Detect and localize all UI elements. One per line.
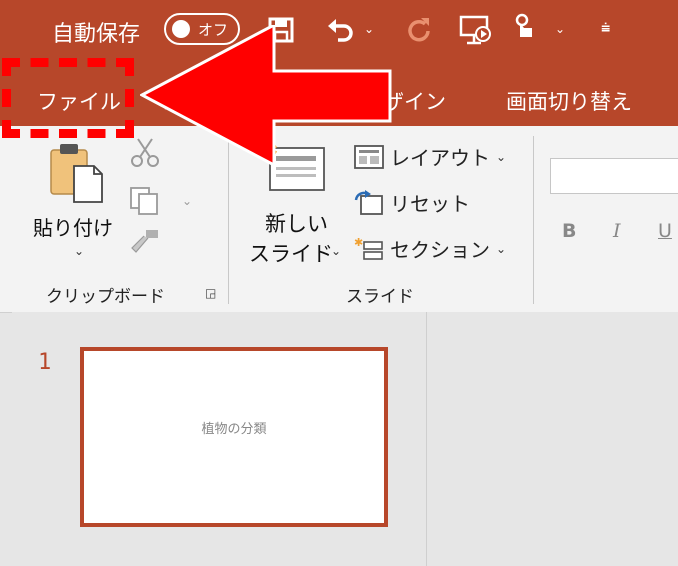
callout-arrow-icon	[140, 25, 392, 168]
bold-button[interactable]: B	[562, 220, 576, 242]
slide-editing-area	[427, 312, 678, 566]
section-icon: ✱	[354, 236, 383, 260]
slide-thumbnail-title: 植物の分類	[201, 422, 267, 437]
new-slide-label-line2[interactable]: スライド	[249, 238, 333, 268]
autosave-label: 自動保存	[52, 22, 141, 47]
paste-dropdown-icon[interactable]: ⌄	[74, 244, 84, 258]
slide-number: 1	[38, 350, 52, 375]
paste-icon[interactable]	[48, 140, 106, 204]
reset-icon	[354, 189, 383, 215]
new-slide-dropdown-icon[interactable]: ⌄	[331, 244, 341, 258]
paste-button-label[interactable]: 貼り付け	[33, 212, 113, 241]
layout-dropdown-icon: ⌄	[496, 149, 507, 164]
reset-button[interactable]: リセット	[354, 188, 470, 217]
underline-button[interactable]: U	[658, 220, 672, 242]
present-from-start-icon[interactable]	[459, 14, 493, 46]
svg-text:✱: ✱	[354, 236, 363, 249]
clipboard-group-label: クリップボード	[46, 287, 165, 307]
font-name-box[interactable]	[550, 158, 678, 194]
tab-transitions[interactable]: 画面切り替え	[506, 86, 632, 116]
file-tab-highlight-box	[2, 58, 134, 138]
italic-button[interactable]: I	[613, 220, 621, 242]
redo-icon[interactable]	[405, 16, 433, 44]
layout-label: レイアウト	[390, 146, 490, 170]
section-label: セクション	[390, 238, 490, 262]
group-separator	[533, 136, 534, 304]
touch-mode-dropdown-icon[interactable]: ⌄	[555, 22, 565, 36]
slide-thumbnail[interactable]: 植物の分類	[80, 347, 388, 527]
copy-icon[interactable]	[128, 186, 162, 216]
slides-group-label: スライド	[346, 287, 414, 307]
dialog-launcher-icon[interactable]: ◲	[205, 286, 216, 300]
touch-mode-icon[interactable]	[512, 13, 538, 45]
format-painter-icon[interactable]	[128, 228, 162, 258]
copy-dropdown-icon[interactable]: ⌄	[182, 194, 192, 208]
section-dropdown-icon: ⌄	[496, 241, 507, 256]
reset-label: リセット	[390, 192, 470, 216]
section-button[interactable]: ✱ セクション ⌄	[354, 234, 506, 263]
customize-quick-access-icon[interactable]: ⩧	[601, 18, 610, 38]
new-slide-label-line1[interactable]: 新しい	[265, 208, 328, 238]
